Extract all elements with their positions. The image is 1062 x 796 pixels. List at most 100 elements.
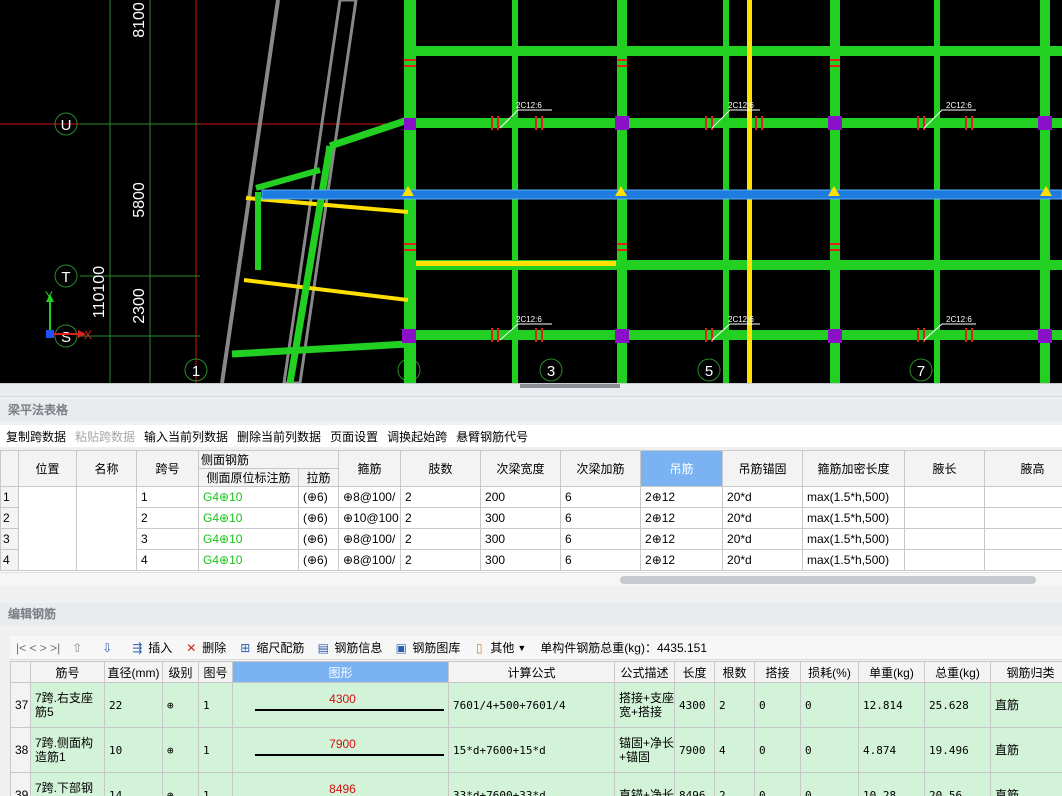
cell-hanger-anchor[interactable]: 20*d bbox=[722, 549, 804, 571]
cell-formula-desc[interactable]: 直锚+净长 bbox=[614, 772, 675, 796]
insert-button[interactable]: ⇶ 插入 bbox=[130, 639, 172, 656]
cell-densify-length[interactable]: max(1.5*h,500) bbox=[802, 528, 906, 550]
cell-figure-no[interactable]: 1 bbox=[198, 727, 233, 773]
header-formula-desc[interactable]: 公式描述 bbox=[614, 661, 675, 683]
cell-category[interactable]: 直筋 bbox=[990, 772, 1062, 796]
cell-lap[interactable]: 0 bbox=[754, 727, 801, 773]
rebar-library-button[interactable]: ▣ 钢筋图库 bbox=[394, 639, 461, 656]
cell-count[interactable]: 4 bbox=[714, 727, 755, 773]
beam-table-hscrollbar[interactable] bbox=[0, 572, 1062, 586]
cell-shape[interactable]: 8496 bbox=[232, 772, 449, 796]
header-shape[interactable]: 图形 bbox=[232, 661, 449, 683]
cell-total-weight[interactable]: 25.628 bbox=[924, 682, 991, 728]
cell-haunch-length[interactable] bbox=[904, 486, 986, 508]
cantilever-code-button[interactable]: 悬臂钢筋代号 bbox=[456, 428, 528, 445]
cell-secondary-beam-width[interactable]: 200 bbox=[480, 486, 562, 508]
header-count[interactable]: 根数 bbox=[714, 661, 755, 683]
cell-densify-length[interactable]: max(1.5*h,500) bbox=[802, 549, 906, 571]
cell-haunch-length[interactable] bbox=[904, 549, 986, 571]
header-figure-no[interactable]: 图号 bbox=[198, 661, 233, 683]
cell-side-rebar[interactable]: G4⊕10 bbox=[198, 549, 299, 571]
cell-category[interactable]: 直筋 bbox=[990, 682, 1062, 728]
cell-densify-length[interactable]: max(1.5*h,500) bbox=[802, 507, 906, 529]
cell-hanger-anchor[interactable]: 20*d bbox=[722, 507, 804, 529]
header-category[interactable]: 钢筋归类 bbox=[990, 661, 1062, 683]
cell-unit-weight[interactable]: 4.874 bbox=[858, 727, 925, 773]
cell-hanger-bar[interactable]: 2⊕12 bbox=[640, 507, 724, 529]
header-hanger-anchor[interactable]: 吊筋锚固 bbox=[722, 450, 804, 487]
delete-column-data-button[interactable]: 删除当前列数据 bbox=[237, 428, 321, 445]
cell-haunch-height[interactable] bbox=[984, 486, 1062, 508]
other-menu-button[interactable]: ▯ 其他 ▼ bbox=[472, 639, 526, 656]
cell-diameter[interactable]: 22 bbox=[104, 682, 163, 728]
move-down-button[interactable]: ⇩ bbox=[100, 641, 118, 655]
cell-haunch-length[interactable] bbox=[904, 507, 986, 529]
swap-start-span-button[interactable]: 调换起始跨 bbox=[387, 428, 447, 445]
cell-stirrup[interactable]: ⊕8@100/ bbox=[338, 549, 402, 571]
table-row[interactable]: 38 7跨.侧面构造筋1 10 ⊕ 1 7900 15*d+7600+15*d … bbox=[10, 727, 1062, 773]
cell-formula[interactable]: 15*d+7600+15*d bbox=[448, 727, 615, 773]
delete-button[interactable]: ✕ 删除 bbox=[184, 639, 226, 656]
cell-hanger-bar[interactable]: 2⊕12 bbox=[640, 528, 724, 550]
input-column-data-button[interactable]: 输入当前列数据 bbox=[144, 428, 228, 445]
header-legs[interactable]: 肢数 bbox=[400, 450, 482, 487]
cell-span-no[interactable]: 4 bbox=[136, 549, 199, 571]
header-stirrup[interactable]: 箍筋 bbox=[338, 450, 402, 487]
header-lap[interactable]: 搭接 bbox=[754, 661, 801, 683]
cell-span-no[interactable]: 3 bbox=[136, 528, 199, 550]
cell-shape[interactable]: 4300 bbox=[232, 682, 449, 728]
header-span-no[interactable]: 跨号 bbox=[136, 450, 199, 487]
cell-total-weight[interactable]: 20.56 bbox=[924, 772, 991, 796]
cell-length[interactable]: 7900 bbox=[674, 727, 715, 773]
rebar-table[interactable]: 筋号 直径(mm) 级别 图号 图形 计算公式 公式描述 长度 根数 搭接 损耗… bbox=[10, 661, 1062, 796]
cell-secondary-beam-rebar[interactable]: 6 bbox=[560, 486, 642, 508]
cell-secondary-beam-width[interactable]: 300 bbox=[480, 507, 562, 529]
cell-bar-name[interactable]: 7跨.下部钢筋 bbox=[30, 772, 105, 796]
table-row[interactable]: 37 7跨.右支座筋5 22 ⊕ 1 4300 7601/4+500+7601/… bbox=[10, 682, 1062, 728]
cad-viewport[interactable]: 8100 5800 2300 110100 U T S 1 2 3 5 7 bbox=[0, 0, 1062, 383]
header-loss[interactable]: 损耗(%) bbox=[800, 661, 859, 683]
header-position[interactable]: 位置 bbox=[18, 450, 77, 487]
cell-side-rebar[interactable]: G4⊕10 bbox=[198, 486, 299, 508]
cell-secondary-beam-width[interactable]: 300 bbox=[480, 549, 562, 571]
cell-total-weight[interactable]: 19.496 bbox=[924, 727, 991, 773]
cell-stirrup[interactable]: ⊕8@100/ bbox=[338, 486, 402, 508]
cell-haunch-length[interactable] bbox=[904, 528, 986, 550]
cell-unit-weight[interactable]: 12.814 bbox=[858, 682, 925, 728]
cell-haunch-height[interactable] bbox=[984, 549, 1062, 571]
cell-position[interactable] bbox=[18, 486, 77, 571]
cell-length[interactable]: 8496 bbox=[674, 772, 715, 796]
cell-hanger-anchor[interactable]: 20*d bbox=[722, 528, 804, 550]
cell-grade[interactable]: ⊕ bbox=[162, 727, 199, 773]
copy-span-data-button[interactable]: 复制跨数据 bbox=[6, 428, 66, 445]
cell-densify-length[interactable]: max(1.5*h,500) bbox=[802, 486, 906, 508]
cell-length[interactable]: 4300 bbox=[674, 682, 715, 728]
cell-bar-name[interactable]: 7跨.侧面构造筋1 bbox=[30, 727, 105, 773]
cell-name[interactable] bbox=[76, 486, 137, 571]
table-row[interactable]: 4 4 G4⊕10 (⊕6) ⊕8@100/ 2 300 6 2⊕12 20*d… bbox=[0, 549, 1062, 571]
cell-loss[interactable]: 0 bbox=[800, 727, 859, 773]
cell-hanger-bar[interactable]: 2⊕12 bbox=[640, 486, 724, 508]
cell-loss[interactable]: 0 bbox=[800, 682, 859, 728]
table-row[interactable]: 3 3 G4⊕10 (⊕6) ⊕8@100/ 2 300 6 2⊕12 20*d… bbox=[0, 528, 1062, 550]
page-setup-button[interactable]: 页面设置 bbox=[330, 428, 378, 445]
header-side-rebar[interactable]: 侧面原位标注筋 bbox=[198, 468, 299, 487]
cell-grade[interactable]: ⊕ bbox=[162, 682, 199, 728]
cell-formula[interactable]: 7601/4+500+7601/4 bbox=[448, 682, 615, 728]
record-nav-buttons[interactable]: |< < > >| bbox=[16, 641, 60, 655]
cell-stirrup[interactable]: ⊕8@100/ bbox=[338, 528, 402, 550]
scrollbar-thumb[interactable] bbox=[620, 576, 1036, 584]
cell-category[interactable]: 直筋 bbox=[990, 727, 1062, 773]
move-up-button[interactable]: ⇧ bbox=[70, 641, 88, 655]
cell-secondary-beam-rebar[interactable]: 6 bbox=[560, 549, 642, 571]
cell-tie-bar[interactable]: (⊕6) bbox=[297, 528, 340, 550]
header-haunch-height[interactable]: 腋高 bbox=[984, 450, 1062, 487]
cell-diameter[interactable]: 10 bbox=[104, 727, 163, 773]
header-densify-length[interactable]: 箍筋加密长度 bbox=[802, 450, 906, 487]
cell-diameter[interactable]: 14 bbox=[104, 772, 163, 796]
paste-span-data-button[interactable]: 粘贴跨数据 bbox=[75, 428, 135, 445]
cell-tie-bar[interactable]: (⊕6) bbox=[297, 507, 340, 529]
cell-hanger-anchor[interactable]: 20*d bbox=[722, 486, 804, 508]
cell-count[interactable]: 2 bbox=[714, 682, 755, 728]
cell-lap[interactable]: 0 bbox=[754, 682, 801, 728]
